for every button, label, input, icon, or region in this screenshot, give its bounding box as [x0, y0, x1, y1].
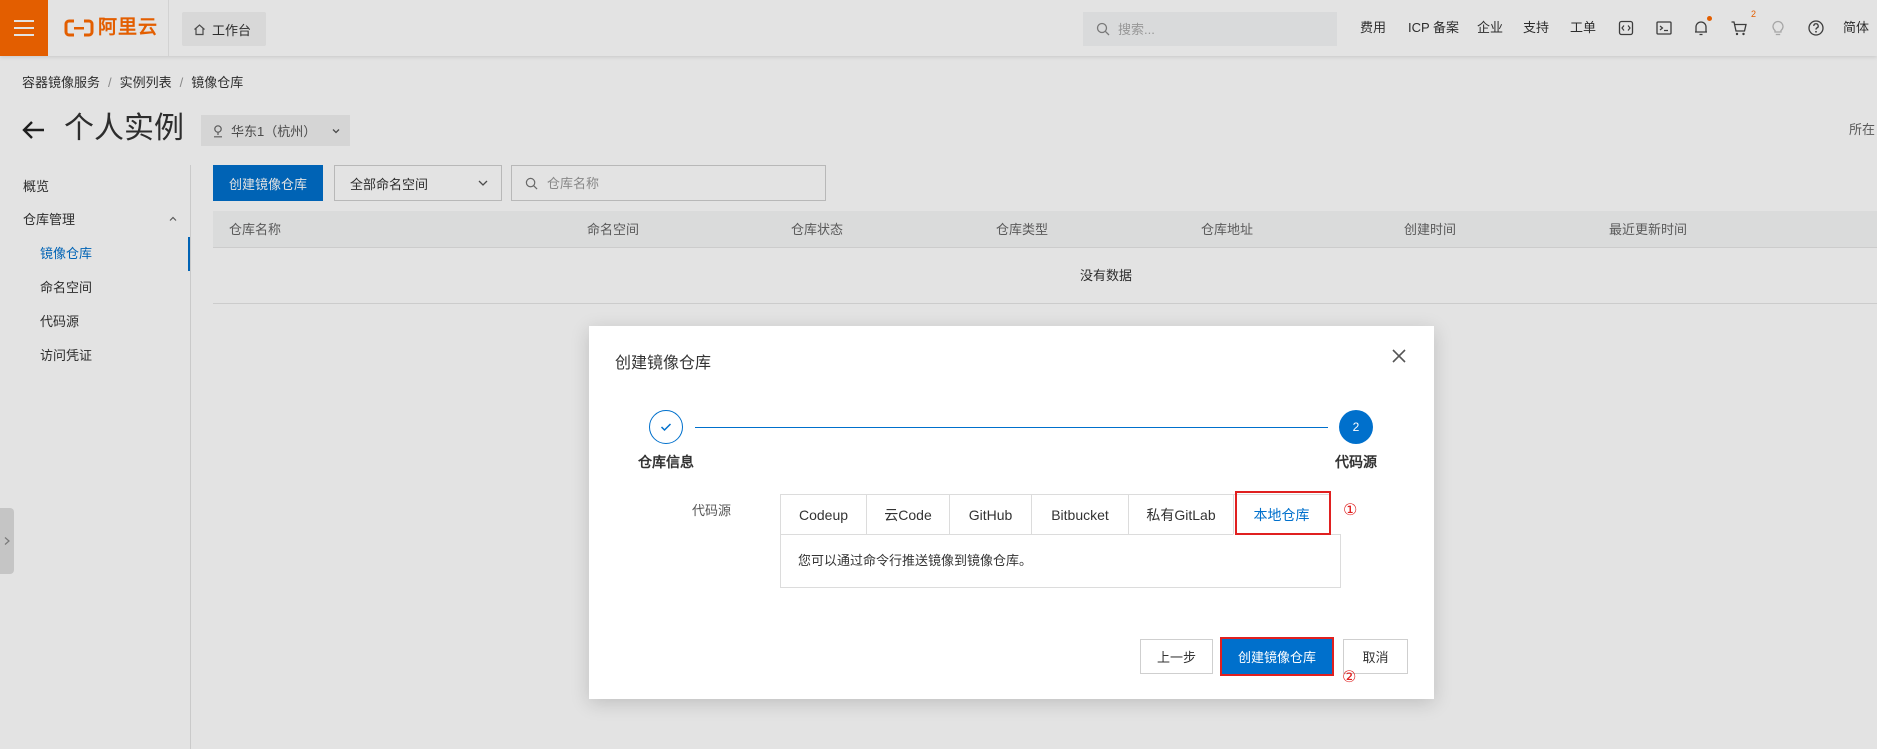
step-1-label: 仓库信息	[638, 454, 694, 470]
create-repo-dialog: 创建镜像仓库 2 仓库信息 代码源 代码源 Codeup 云Code GitHu…	[589, 326, 1434, 699]
step-connector	[695, 427, 1328, 428]
tab-yuncode[interactable]: 云Code	[866, 494, 950, 535]
prev-step-button[interactable]: 上一步	[1140, 639, 1213, 674]
step-1-done	[649, 410, 683, 444]
annotation-1: ①	[1343, 502, 1358, 519]
checkmark-icon	[660, 422, 672, 432]
step-2-current: 2	[1339, 410, 1373, 444]
confirm-create-button[interactable]: 创建镜像仓库	[1222, 639, 1332, 674]
source-field-label: 代码源	[692, 503, 732, 518]
tab-codeup[interactable]: Codeup	[780, 494, 867, 535]
annotation-2: ②	[1342, 669, 1357, 686]
source-tabs: Codeup 云Code GitHub Bitbucket 私有GitLab 本…	[780, 494, 1330, 535]
tab-bitbucket[interactable]: Bitbucket	[1031, 494, 1129, 535]
tab-panel: 您可以通过命令行推送镜像到镜像仓库。	[780, 534, 1341, 588]
tab-private-gitlab[interactable]: 私有GitLab	[1128, 494, 1234, 535]
dialog-title: 创建镜像仓库	[615, 355, 712, 372]
tab-github[interactable]: GitHub	[949, 494, 1032, 535]
close-icon[interactable]	[1389, 346, 1409, 366]
step-2-label: 代码源	[1335, 454, 1377, 470]
tab-local-repo[interactable]: 本地仓库	[1233, 494, 1330, 535]
tab-panel-description: 您可以通过命令行推送镜像到镜像仓库。	[798, 553, 1033, 568]
